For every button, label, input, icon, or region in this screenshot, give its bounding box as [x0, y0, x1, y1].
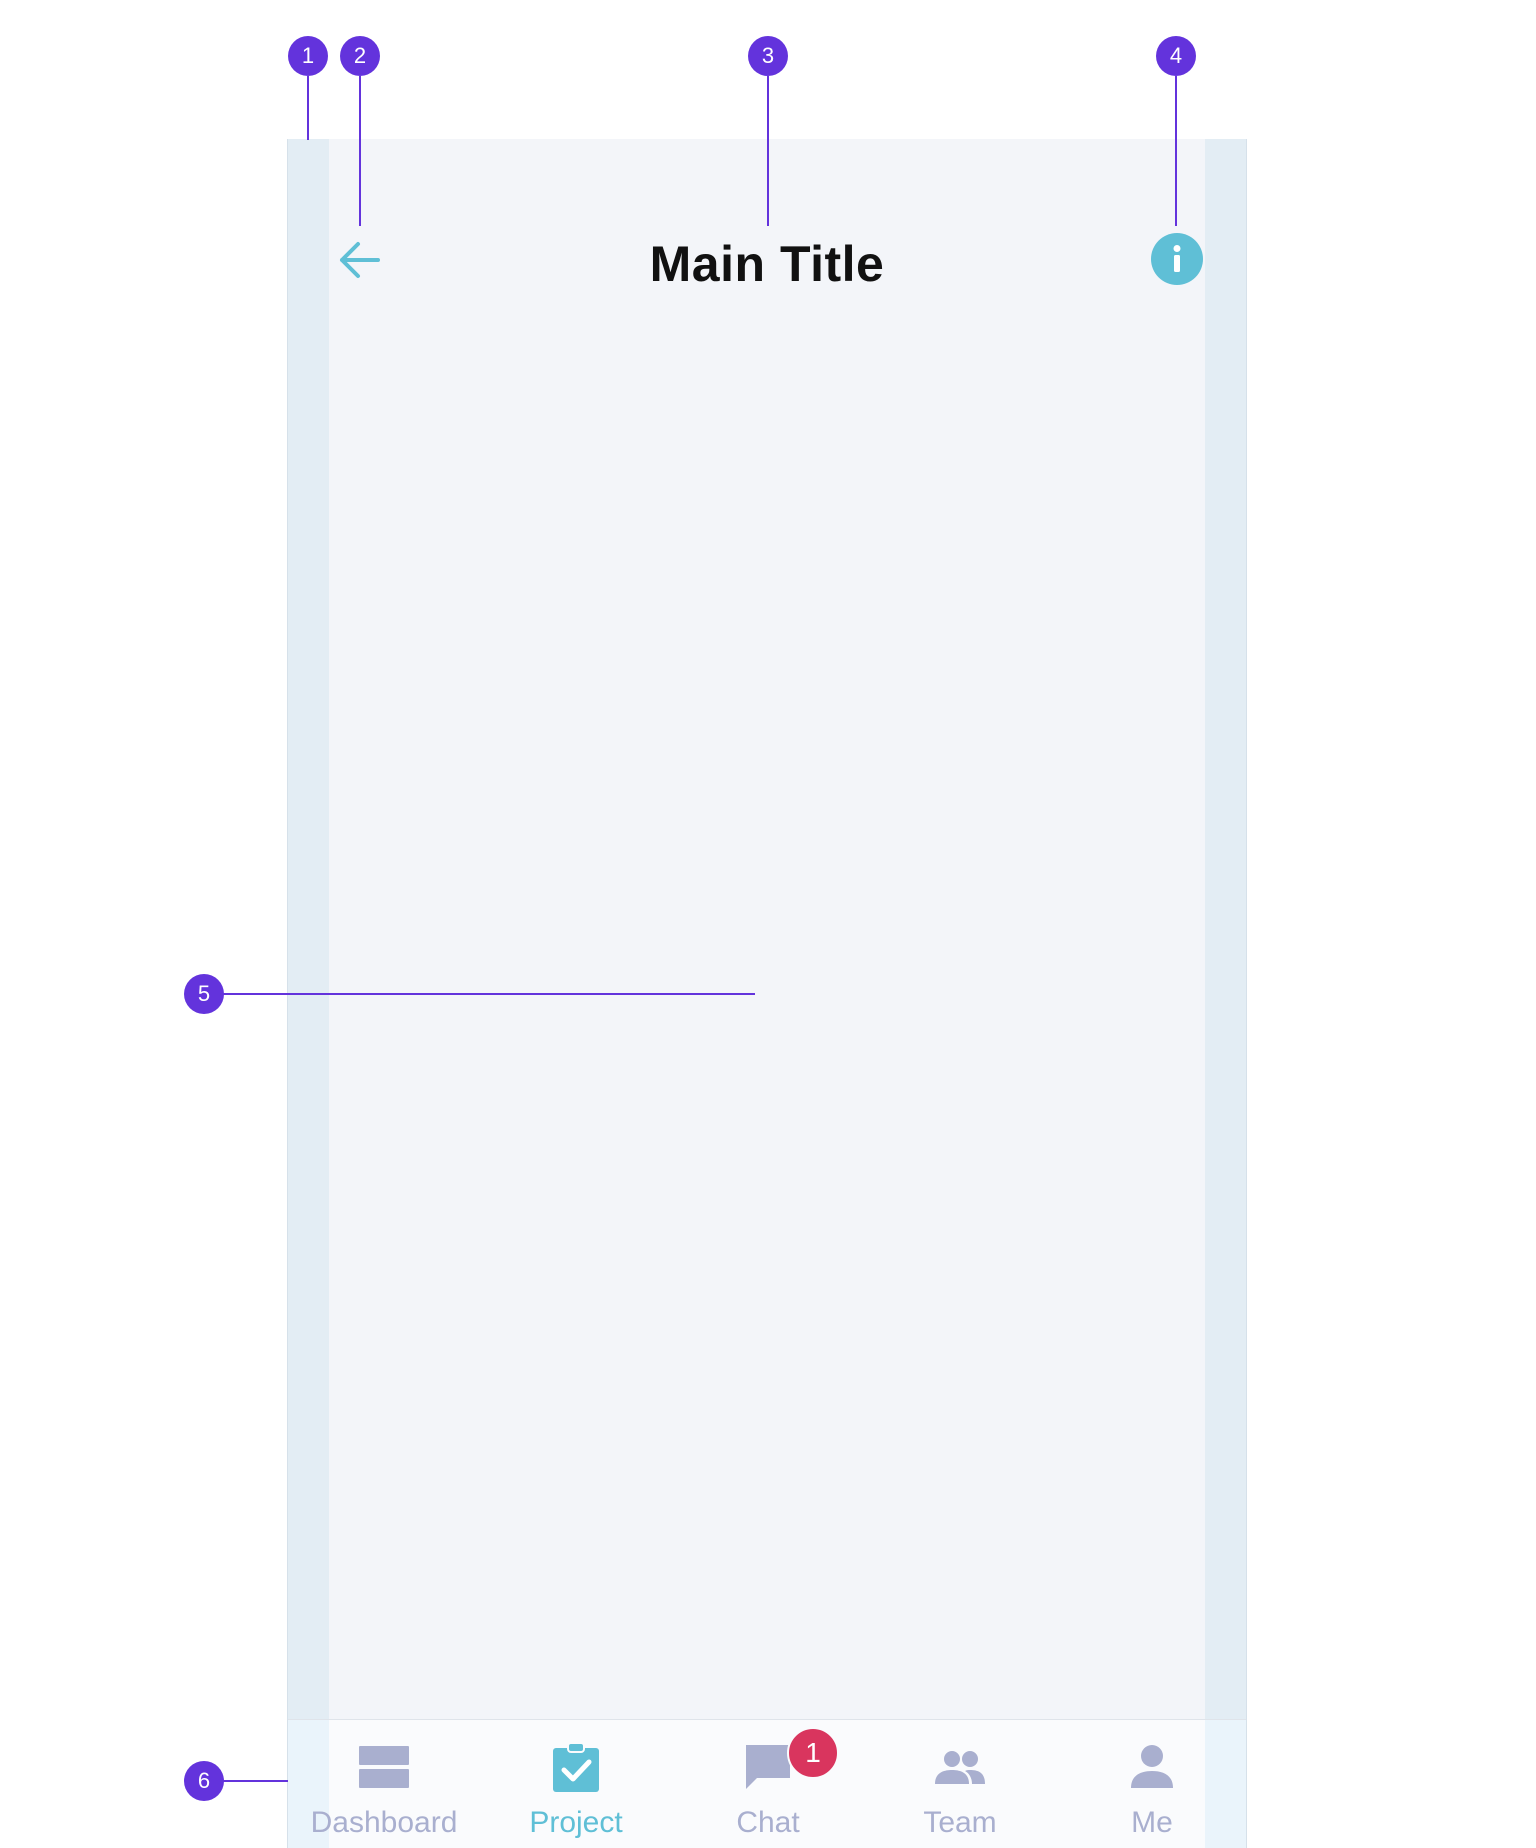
tab-label: Chat: [736, 1806, 800, 1839]
bottom-tab-bar: Dashboard Project 1 Chat Team Me: [288, 1719, 1246, 1848]
tab-team[interactable]: Team: [864, 1720, 1056, 1848]
tab-me[interactable]: Me: [1056, 1720, 1246, 1848]
callout-leader-line: [222, 1780, 288, 1782]
notification-badge: 1: [787, 1727, 839, 1779]
callout-marker: 2: [340, 36, 380, 76]
right-margin-guide: [1205, 139, 1246, 1848]
content-area: [329, 319, 1205, 1720]
callout-leader-line: [222, 993, 755, 995]
tab-label: Project: [529, 1806, 623, 1839]
person-icon: [1127, 1742, 1177, 1792]
chat-bubble-icon: [743, 1742, 793, 1792]
page-title: Main Title: [649, 236, 885, 292]
callout-leader-line: [1175, 76, 1177, 226]
callout-marker: 1: [288, 36, 328, 76]
callout-leader-line: [767, 76, 769, 226]
tab-label: Dashboard: [310, 1806, 458, 1839]
callout-leader-line: [359, 76, 361, 226]
tab-chat[interactable]: 1 Chat: [672, 1720, 864, 1848]
callout-marker: 3: [748, 36, 788, 76]
clipboard-check-icon: [551, 1742, 601, 1792]
tab-dashboard[interactable]: Dashboard: [288, 1720, 480, 1848]
callout-marker: 6: [184, 1761, 224, 1801]
callout-marker: 4: [1156, 36, 1196, 76]
tab-project[interactable]: Project: [480, 1720, 672, 1848]
callout-marker: 5: [184, 974, 224, 1014]
callout-leader-line: [307, 76, 309, 140]
dashboard-icon: [359, 1742, 409, 1792]
tab-label: Me: [1131, 1806, 1173, 1839]
people-icon: [935, 1742, 985, 1792]
info-button[interactable]: [1151, 233, 1203, 285]
tab-label: Team: [923, 1806, 997, 1839]
info-icon: [1173, 245, 1181, 272]
